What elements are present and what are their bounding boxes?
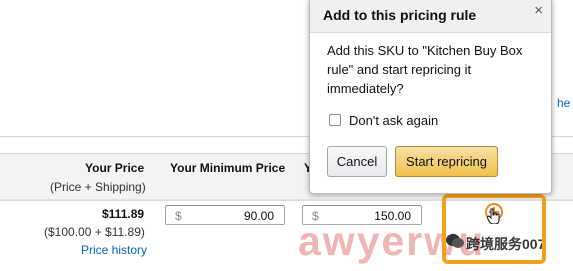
popover-message: Add this SKU to "Kitchen Buy Box rule" a…: [327, 43, 523, 96]
currency-symbol: $: [175, 209, 182, 223]
hand-cursor-icon: [487, 208, 500, 224]
popover-title: Add to this pricing rule: [323, 7, 477, 23]
header-your-price: Your Price: [85, 161, 145, 175]
minimum-price-input[interactable]: $ 90.00: [165, 205, 285, 225]
dont-ask-again-checkbox[interactable]: [329, 114, 341, 126]
row-price: $111.89: [102, 207, 145, 221]
cancel-button[interactable]: Cancel: [327, 146, 387, 177]
header-your-minimum-price: Your Minimum Price: [170, 161, 286, 175]
pricing-rule-popover: Add to this pricing rule × Add this SKU …: [309, 0, 552, 194]
dont-ask-again-label[interactable]: Don't ask again: [349, 113, 438, 128]
price-history-link[interactable]: Price history: [81, 243, 147, 257]
popover-header: Add to this pricing rule ×: [310, 0, 551, 33]
minimum-price-value: 90.00: [243, 209, 274, 223]
row-price-breakdown: ($100.00 + $11.89): [44, 225, 145, 239]
close-icon[interactable]: ×: [534, 2, 543, 19]
header-your-price-sub: (Price + Shipping): [50, 180, 146, 194]
start-repricing-button[interactable]: Start repricing: [395, 146, 498, 177]
highlight-box: [442, 194, 546, 264]
truncated-link[interactable]: he: [557, 96, 570, 110]
